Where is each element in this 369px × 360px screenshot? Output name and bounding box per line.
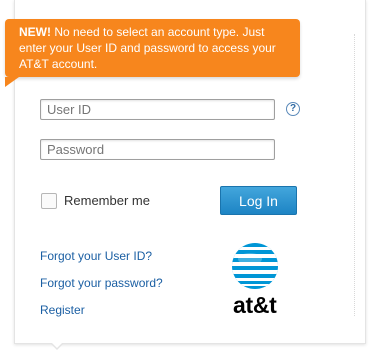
help-icon[interactable]: ? (286, 102, 300, 116)
forgot-password-link[interactable]: Forgot your password? (40, 276, 163, 290)
new-feature-tooltip: NEW! No need to select an account type. … (5, 19, 300, 77)
panel-notch (50, 342, 64, 350)
remember-me-checkbox[interactable] (41, 193, 57, 209)
att-logo-text: at&t (233, 292, 277, 318)
tooltip-text: No need to select an account type. Just … (19, 25, 276, 71)
log-in-button[interactable]: Log In (220, 186, 297, 215)
tooltip-new-label: NEW! (19, 25, 51, 39)
forgot-user-id-link[interactable]: Forgot your User ID? (40, 249, 152, 263)
tooltip-arrow (5, 77, 19, 87)
register-link[interactable]: Register (40, 303, 85, 317)
panel-divider (354, 34, 356, 316)
user-id-input[interactable] (40, 99, 275, 120)
att-globe-icon (232, 243, 278, 289)
remember-me-label: Remember me (64, 193, 150, 208)
password-input[interactable] (40, 139, 275, 160)
